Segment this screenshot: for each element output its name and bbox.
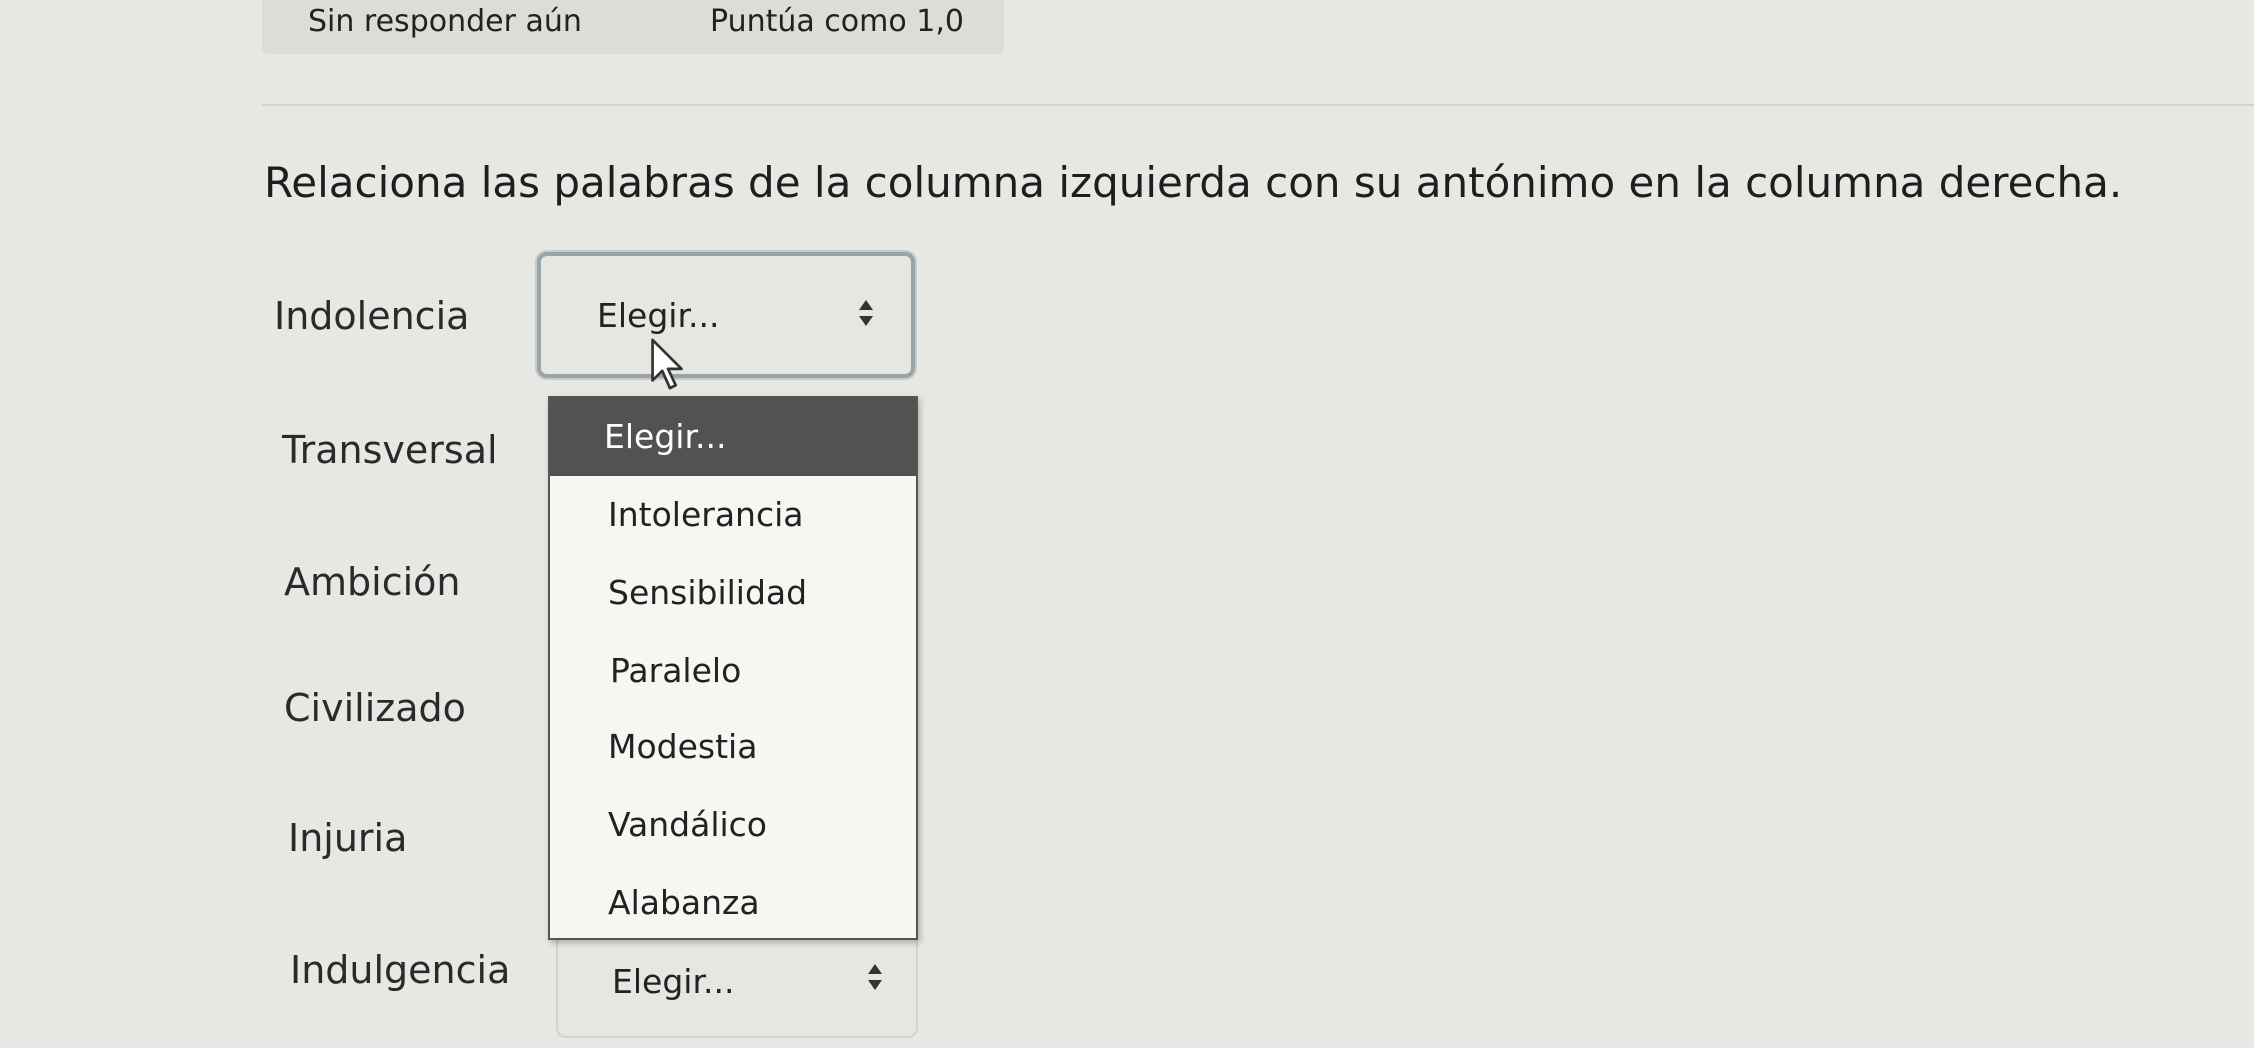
dropdown-option-modestia[interactable]: Modestia bbox=[550, 708, 916, 786]
question-info-box: Sin responder aún Puntúa como 1,0 bbox=[262, 0, 1004, 54]
row-label-indolencia: Indolencia bbox=[274, 294, 470, 338]
select-indolencia[interactable]: Elegir... bbox=[537, 252, 915, 378]
select-value: Elegir... bbox=[612, 962, 735, 1001]
dropdown-option-intolerancia[interactable]: Intolerancia bbox=[550, 476, 916, 554]
select-value: Elegir... bbox=[597, 296, 720, 335]
question-prompt: Relaciona las palabras de la columna izq… bbox=[264, 158, 2123, 207]
dropdown-option-vandalico[interactable]: Vandálico bbox=[550, 786, 916, 864]
divider bbox=[262, 104, 2254, 106]
row-label-injuria: Injuria bbox=[288, 816, 408, 860]
row-label-transversal: Transversal bbox=[282, 428, 498, 472]
dropdown-option-alabanza[interactable]: Alabanza bbox=[550, 864, 916, 942]
dropdown-option-paralelo[interactable]: Paralelo bbox=[550, 632, 916, 710]
row-label-indulgencia: Indulgencia bbox=[290, 948, 511, 992]
mouse-pointer-icon bbox=[651, 338, 683, 390]
select-indulgencia[interactable]: Elegir... bbox=[556, 934, 918, 1038]
dropdown-option-elegir[interactable]: Elegir... bbox=[550, 398, 916, 476]
dropdown-option-sensibilidad[interactable]: Sensibilidad bbox=[550, 554, 916, 632]
row-label-civilizado: Civilizado bbox=[284, 686, 466, 730]
updown-arrows-icon bbox=[859, 300, 873, 330]
question-score: Puntúa como 1,0 bbox=[710, 4, 964, 39]
dropdown-options-list[interactable]: Elegir... Intolerancia Sensibilidad Para… bbox=[548, 396, 918, 940]
updown-arrows-icon bbox=[868, 964, 882, 994]
question-state: Sin responder aún bbox=[308, 4, 582, 39]
row-label-ambicion: Ambición bbox=[284, 560, 461, 604]
